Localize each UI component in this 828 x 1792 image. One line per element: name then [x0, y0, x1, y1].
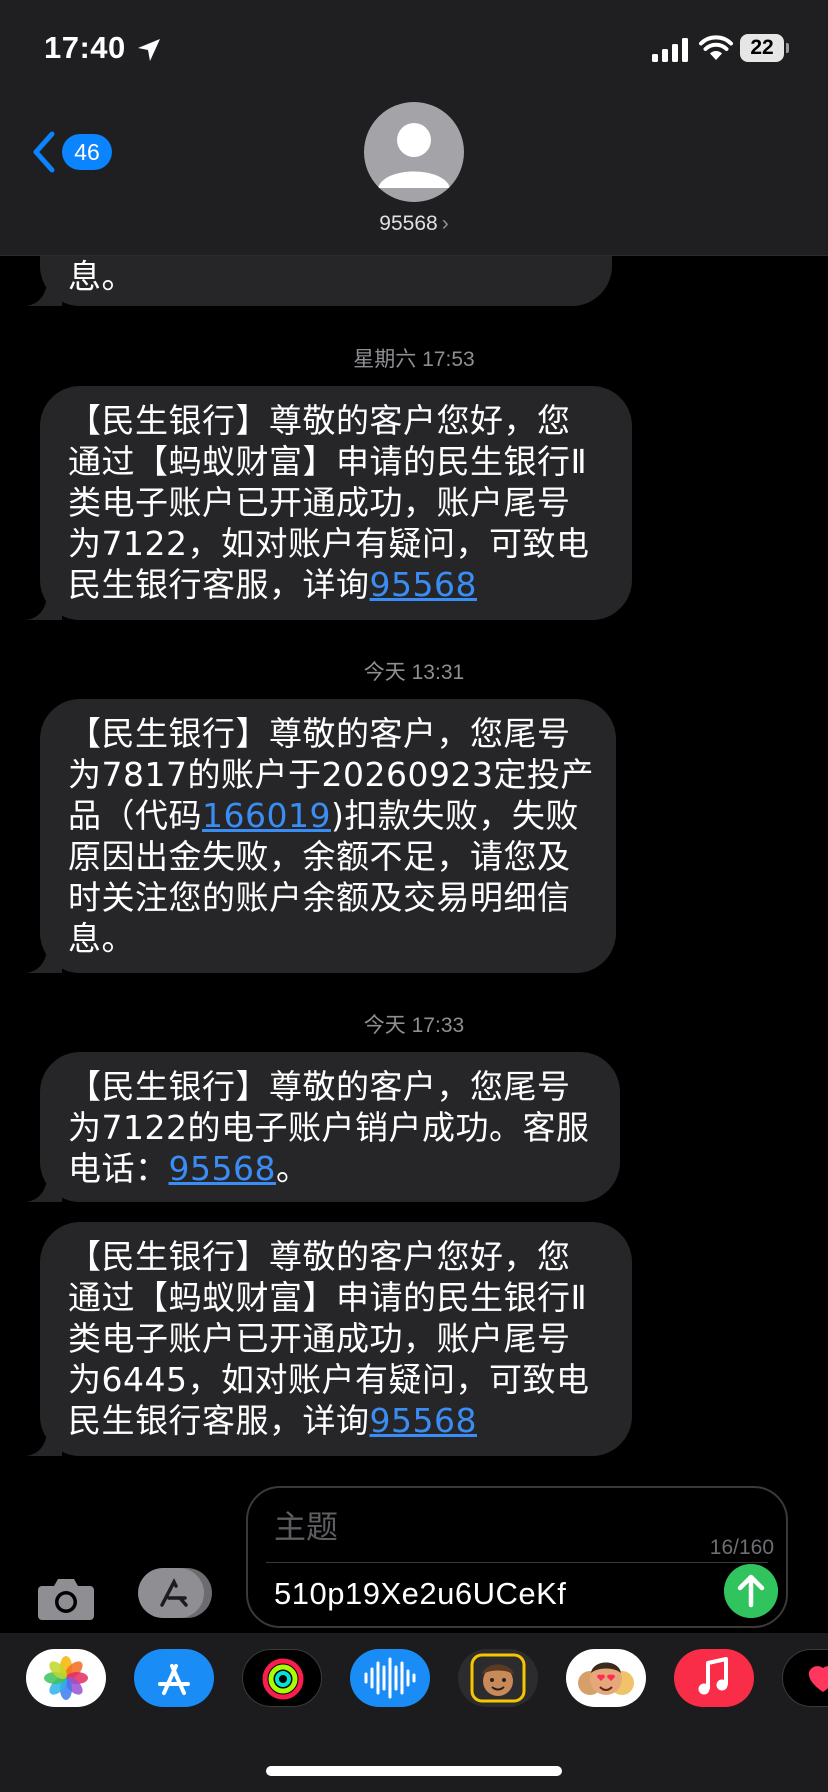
bubble-tail [26, 272, 62, 306]
input-divider [266, 1562, 768, 1563]
memoji-sticker-icon [470, 1653, 526, 1703]
message-line: 【民生银行】尊敬的客户，您尾号 [68, 714, 571, 753]
message-line: 品（代码166019)扣款失败，失败 [68, 795, 594, 836]
memoji-icon [578, 1662, 634, 1695]
message-input[interactable]: 主题 16/160 510p19Xe2u6UCeKf [246, 1486, 788, 1628]
contact-avatar[interactable] [364, 102, 464, 202]
message-line: 【民生银行】尊敬的客户，您尾号 [68, 1067, 571, 1106]
battery-cap [786, 43, 789, 53]
message-bubble[interactable]: 【民生银行】尊敬的客户您好，您 通过【蚂蚁财富】申请的民生银行Ⅱ 类电子账户已开… [26, 386, 632, 620]
timestamp: 今天 13:31 [363, 661, 465, 684]
status-time: 17:40 [44, 30, 126, 65]
conversation-header: 17:40 22 46 95568 › [0, 0, 828, 256]
digital-touch-app-icon[interactable] [782, 1649, 828, 1707]
music-note-icon [698, 1657, 728, 1695]
message-line: 息。 [68, 919, 135, 958]
wifi-icon [699, 35, 733, 60]
contact-name-row[interactable]: 95568 › [0, 212, 828, 236]
message-line: 原因出金失败，余额不足，请您及 [68, 837, 571, 876]
music-app-icon[interactable] [674, 1649, 754, 1707]
memoji-app-icon[interactable] [566, 1649, 646, 1707]
phone-link[interactable]: 95568 [370, 565, 477, 604]
phone-link[interactable]: 95568 [169, 1149, 276, 1188]
message-bubble[interactable]: 【民生银行】尊敬的客户，您尾号 为7122的电子账户销户成功。客服 电话：955… [26, 1052, 620, 1202]
battery-indicator: 22 [740, 34, 789, 62]
message-text: 品（代码 [68, 796, 202, 835]
waveform-icon [364, 1657, 416, 1699]
phone-link[interactable]: 95568 [370, 1401, 477, 1440]
person-icon [378, 123, 450, 188]
message-line: 民生银行客服，详询95568 [68, 1400, 610, 1441]
bubble-tail [26, 586, 62, 620]
message-text: 。 [275, 1149, 310, 1188]
message-bubble[interactable]: 【民生银行】尊敬的客户，您尾号 为7817的账户于20260923定投产 品（代… [26, 699, 616, 973]
back-button[interactable]: 46 [30, 128, 120, 176]
message-line: 为7122，如对账户有疑问，可致电 [68, 524, 590, 563]
message-line: 时关注您的账户余额及交易明细信 [68, 878, 571, 917]
audio-message-app-icon[interactable] [350, 1649, 430, 1707]
timestamp: 今天 17:33 [363, 1014, 465, 1037]
message-composer: 主题 16/160 510p19Xe2u6UCeKf [0, 1470, 828, 1633]
photos-app-icon[interactable] [26, 1649, 106, 1707]
cellular-signal-icon [652, 38, 688, 62]
message-body-field[interactable]: 510p19Xe2u6UCeKf [274, 1576, 566, 1612]
message-text: )扣款失败，失败 [330, 796, 579, 835]
message-line: 为6445，如对账户有疑问，可致电 [68, 1360, 590, 1399]
message-line: 【民生银行】尊敬的客户您好，您 [68, 401, 571, 440]
message-line: 通过【蚂蚁财富】申请的民生银行Ⅱ [68, 442, 588, 481]
contact-name: 95568 [379, 212, 438, 235]
app-store-app-icon[interactable] [134, 1649, 214, 1707]
message-text: 民生银行客服，详询 [68, 565, 370, 604]
activity-app-icon[interactable] [242, 1649, 322, 1707]
location-arrow-icon [138, 39, 160, 61]
heart-icon [808, 1666, 828, 1692]
message-line: 类电子账户已开通成功，账户尾号 [68, 483, 571, 522]
code-link[interactable]: 166019 [202, 796, 331, 835]
message-line: 通过【蚂蚁财富】申请的民生银行Ⅱ [68, 1278, 588, 1317]
bubble-tail [26, 1422, 62, 1456]
message-bubble[interactable]: 【民生银行】尊敬的客户您好，您 通过【蚂蚁财富】申请的民生银行Ⅱ 类电子账户已开… [26, 1222, 632, 1456]
message-text: 息。 [68, 257, 135, 296]
message-line: 为7817的账户于20260923定投产 [68, 755, 594, 794]
message-line: 【民生银行】尊敬的客户您好，您 [68, 1237, 571, 1276]
message-line: 为7122的电子账户销户成功。客服 [68, 1108, 590, 1147]
send-button[interactable] [724, 1564, 778, 1618]
message-text: 电话： [68, 1149, 169, 1188]
home-indicator[interactable] [266, 1766, 562, 1776]
message-text: 民生银行客服，详询 [68, 1401, 370, 1440]
message-line: 电话：95568。 [68, 1148, 598, 1189]
chevron-right-icon: › [441, 212, 449, 235]
app-store-button[interactable] [138, 1568, 212, 1618]
unread-count-badge: 46 [62, 134, 112, 170]
app-store-icon [158, 1664, 190, 1695]
photos-icon [44, 1656, 88, 1700]
battery-level: 22 [740, 34, 784, 62]
status-bar: 17:40 22 [0, 0, 828, 96]
subject-field[interactable]: 主题 [274, 1502, 338, 1548]
bubble-tail [26, 1168, 62, 1202]
message-line: 民生银行客服，详询95568 [68, 564, 610, 605]
timestamp: 星期六 17:53 [353, 348, 475, 371]
memoji-stickers-app-icon[interactable] [458, 1649, 538, 1707]
camera-icon[interactable] [36, 1574, 96, 1622]
character-counter: 16/160 [709, 1536, 774, 1559]
chevron-left-icon [33, 131, 55, 173]
bubble-tail [26, 939, 62, 973]
activity-rings-icon [262, 1658, 304, 1700]
message-line: 类电子账户已开通成功，账户尾号 [68, 1319, 571, 1358]
